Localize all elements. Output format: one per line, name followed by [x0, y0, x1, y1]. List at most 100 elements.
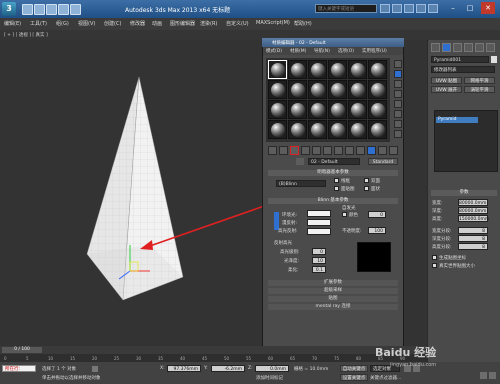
- diffuse-color-swatch[interactable]: [307, 219, 331, 226]
- open-file-icon[interactable]: [34, 4, 45, 15]
- material-sample-slot[interactable]: [348, 80, 367, 99]
- get-material-icon[interactable]: [268, 146, 277, 155]
- extended-params-rollout[interactable]: 扩展参数: [268, 280, 398, 286]
- param-spinner[interactable]: 150000.0mm: [458, 215, 489, 222]
- maps-rollout[interactable]: 贴图: [268, 296, 398, 302]
- time-slider[interactable]: 0 / 100: [2, 347, 42, 353]
- menu-rendering[interactable]: 渲染(R): [200, 20, 217, 27]
- material-sample-slot[interactable]: [368, 60, 387, 79]
- material-sample-slot[interactable]: [328, 120, 347, 139]
- menu-help[interactable]: 帮助(H): [294, 20, 312, 27]
- material-sample-slot[interactable]: [368, 100, 387, 119]
- opacity-value[interactable]: 100: [368, 227, 386, 234]
- save-file-icon[interactable]: [46, 4, 57, 15]
- material-sample-slot[interactable]: [288, 100, 307, 119]
- modify-tab-icon[interactable]: [442, 43, 451, 52]
- modifier-list-dropdown[interactable]: 修改器列表: [431, 66, 495, 73]
- material-sample-slot[interactable]: [268, 60, 287, 79]
- make-copy-icon[interactable]: [312, 146, 321, 155]
- material-sample-slot[interactable]: [348, 60, 367, 79]
- two-sided-checkbox[interactable]: [364, 178, 369, 183]
- y-coord-field[interactable]: -6.2mm: [211, 365, 245, 372]
- maximize-viewport-icon[interactable]: [489, 372, 496, 379]
- options-icon[interactable]: [394, 120, 402, 128]
- material-sample-slot[interactable]: [348, 100, 367, 119]
- me-menu-material[interactable]: 材质(M): [290, 48, 306, 54]
- menu-graph-editors[interactable]: 图形编辑器: [170, 20, 195, 27]
- param-spinner[interactable]: 80000.0mm: [458, 199, 488, 206]
- search-go-icon[interactable]: [380, 4, 390, 13]
- create-tab-icon[interactable]: [431, 43, 440, 52]
- material-sample-slot[interactable]: [328, 60, 347, 79]
- put-to-scene-icon[interactable]: [279, 146, 288, 155]
- specular-level-value[interactable]: 0: [312, 248, 326, 255]
- material-id-channel-icon[interactable]: [345, 146, 354, 155]
- key-filters-button[interactable]: 关键点过滤器...: [370, 375, 401, 381]
- go-forward-to-sibling-icon[interactable]: [389, 146, 398, 155]
- material-sample-slot[interactable]: [288, 120, 307, 139]
- turbosmooth-button[interactable]: 涡轮平滑: [464, 86, 495, 93]
- material-sample-slot[interactable]: [308, 100, 327, 119]
- show-end-result-icon[interactable]: [367, 146, 376, 155]
- self-illum-value[interactable]: 0: [368, 211, 386, 218]
- motion-tab-icon[interactable]: [464, 43, 473, 52]
- material-name-field[interactable]: 02 - Default: [308, 158, 360, 165]
- material-sample-slot[interactable]: [268, 100, 287, 119]
- material-sample-slot[interactable]: [288, 60, 307, 79]
- modifier-stack-item[interactable]: Pyramid: [436, 117, 478, 123]
- material-sample-slot[interactable]: [308, 120, 327, 139]
- gen-mapping-coords-checkbox[interactable]: [432, 255, 437, 260]
- assign-material-to-selection-icon[interactable]: [290, 146, 299, 155]
- sample-uv-tiling-icon[interactable]: [394, 90, 402, 98]
- material-sample-slot[interactable]: [288, 80, 307, 99]
- parameters-rollout[interactable]: 参数: [431, 190, 497, 196]
- param-spinner[interactable]: 8: [458, 243, 488, 250]
- param-spinner[interactable]: 8: [458, 227, 488, 234]
- minimize-button[interactable]: –: [446, 2, 460, 14]
- go-to-parent-icon[interactable]: [378, 146, 387, 155]
- supersampling-rollout[interactable]: 超级采样: [268, 288, 398, 294]
- time-slider-track[interactable]: [0, 346, 427, 354]
- maxscript-listener[interactable]: 所在行:: [2, 365, 36, 372]
- me-menu-options[interactable]: 选项(O): [338, 48, 354, 54]
- background-icon[interactable]: [394, 80, 402, 88]
- specular-color-swatch[interactable]: [307, 228, 331, 235]
- menu-animation[interactable]: 动画: [152, 20, 162, 27]
- x-coord-field[interactable]: 97.376mm: [167, 365, 201, 372]
- menu-modifiers[interactable]: 修改器: [130, 20, 145, 27]
- close-button[interactable]: ✕: [481, 2, 495, 14]
- undo-icon[interactable]: [58, 4, 69, 15]
- lock-selection-icon[interactable]: [92, 366, 98, 372]
- face-map-checkbox[interactable]: [334, 186, 339, 191]
- menu-tools[interactable]: 工具(T): [30, 20, 47, 27]
- material-sample-slot[interactable]: [348, 120, 367, 139]
- material-sample-slot[interactable]: [368, 120, 387, 139]
- zoom-icon[interactable]: [480, 372, 487, 379]
- sample-type-icon[interactable]: [394, 60, 402, 68]
- display-tab-icon[interactable]: [475, 43, 484, 52]
- reset-map-icon[interactable]: [301, 146, 310, 155]
- material-type-button[interactable]: Standard: [368, 158, 398, 165]
- me-menu-mode[interactable]: 模式(D): [266, 48, 282, 54]
- maximize-button[interactable]: □: [463, 2, 477, 14]
- subscription-icon[interactable]: [392, 4, 402, 13]
- wire-checkbox[interactable]: [334, 178, 339, 183]
- mental-ray-connection-rollout[interactable]: mental ray 连接: [268, 304, 398, 310]
- menu-create[interactable]: 创建(C): [104, 20, 121, 27]
- menu-group[interactable]: 组(G): [56, 20, 69, 27]
- me-menu-utilities[interactable]: 实用程序(U): [362, 48, 387, 54]
- param-spinner[interactable]: 80000.0mm: [458, 207, 488, 214]
- soften-value[interactable]: 0.1: [312, 266, 326, 273]
- show-shaded-material-icon[interactable]: [356, 146, 365, 155]
- uvw-map-button[interactable]: UVW 贴图: [431, 77, 462, 84]
- set-key-button[interactable]: 设置关键点: [340, 374, 368, 381]
- hierarchy-tab-icon[interactable]: [453, 43, 462, 52]
- material-sample-slot[interactable]: [328, 80, 347, 99]
- search-input[interactable]: 键入关键字或短语: [315, 4, 377, 13]
- select-by-material-icon[interactable]: [394, 130, 402, 138]
- redo-icon[interactable]: [70, 4, 81, 15]
- faceted-checkbox[interactable]: [364, 186, 369, 191]
- ambient-color-swatch[interactable]: [307, 210, 331, 217]
- track-bar[interactable]: [0, 354, 427, 362]
- auto-key-button[interactable]: 自动关键点: [340, 365, 368, 372]
